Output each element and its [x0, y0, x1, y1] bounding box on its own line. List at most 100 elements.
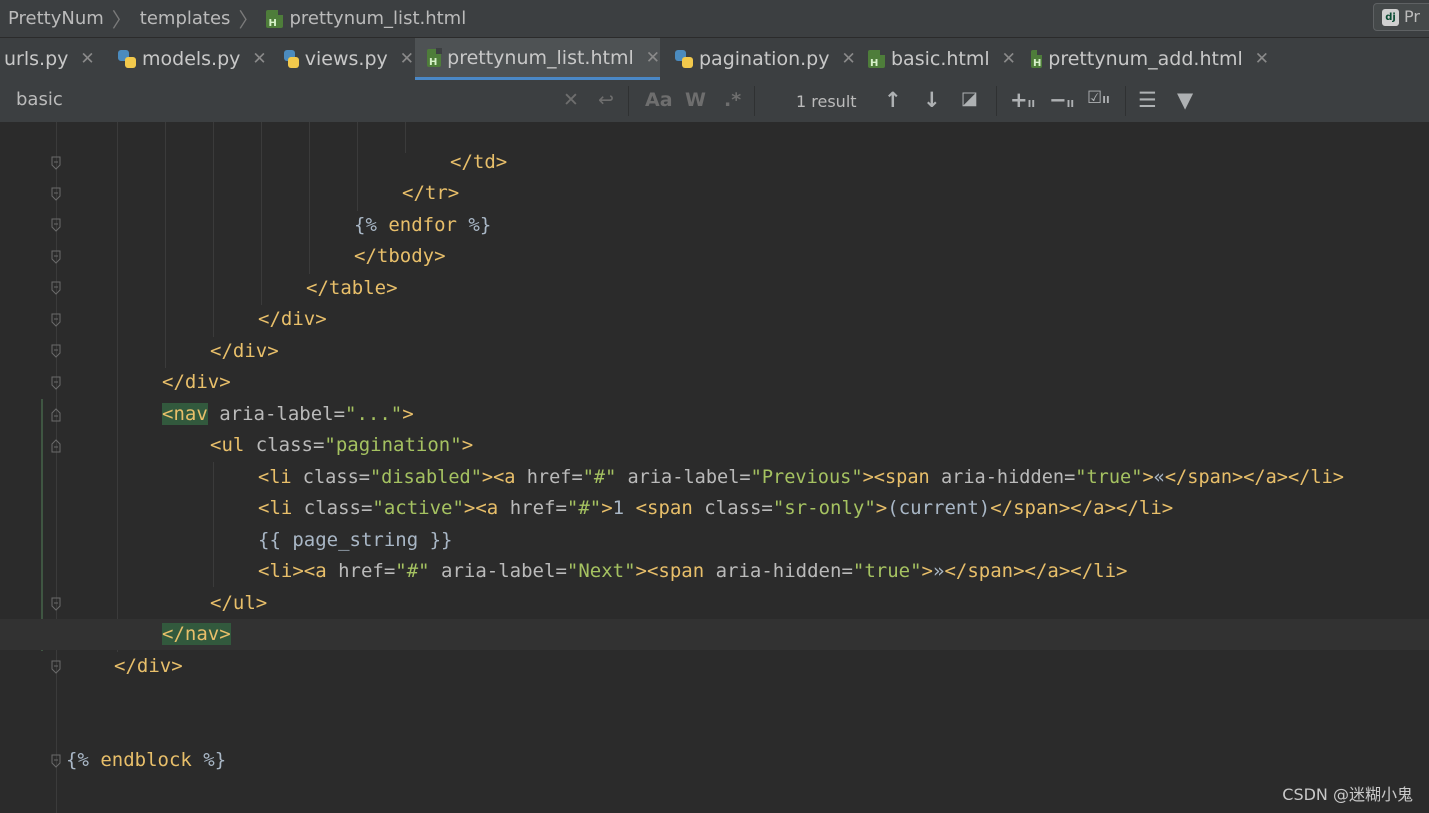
code-token: aria-label=	[207, 403, 346, 425]
close-icon[interactable]: ✕	[646, 48, 660, 68]
code-line: </ul>	[0, 588, 1429, 619]
code-token: </div>	[162, 371, 231, 393]
breadcrumb-project[interactable]: PrettyNum	[8, 8, 104, 29]
code-token: href=	[326, 560, 396, 582]
code-line: </table>	[0, 273, 1429, 304]
code-token: </tr>	[402, 182, 460, 204]
select-all-occurrences-icon[interactable]: ◪	[961, 88, 978, 109]
code-line: {% endfor %}	[0, 210, 1429, 241]
close-icon[interactable]: ✕	[1255, 49, 1269, 69]
arrow-up-icon[interactable]: ↑	[884, 88, 902, 112]
tab-urls[interactable]: urls.py ✕	[0, 38, 100, 80]
close-icon[interactable]: ✕	[400, 49, 414, 69]
code-token: href=	[498, 497, 567, 519]
code-token: aria-hidden=	[929, 467, 1076, 488]
code-token: ><span	[862, 467, 930, 488]
tab-prettynum-add[interactable]: prettynum_add.html ✕	[1019, 38, 1269, 80]
add-selection-icon[interactable]: +II	[1010, 88, 1035, 112]
code-token: </td>	[450, 151, 508, 173]
code-token: </div>	[114, 655, 183, 677]
code-line: <nav aria-label="...">	[0, 399, 1429, 430]
code-token: {%	[66, 749, 89, 771]
code-token: class=	[692, 497, 773, 519]
html-file-icon	[427, 47, 443, 68]
python-file-icon	[675, 50, 693, 68]
code-token: {%	[354, 214, 377, 236]
code-token: <li><a	[258, 560, 327, 582]
run-config-button[interactable]: dj Pr	[1373, 3, 1429, 31]
code-token: </span></a></li>	[1164, 467, 1344, 488]
code-token: >	[921, 560, 933, 582]
search-result-count: 1 result	[796, 92, 857, 111]
close-icon[interactable]: ✕	[252, 49, 266, 69]
code-line: {% endblock %}	[0, 745, 1429, 776]
code-token: >	[402, 403, 414, 425]
regex-toggle[interactable]: .*	[724, 89, 741, 111]
code-token: </tbody>	[354, 245, 446, 267]
tab-label: prettynum_add.html	[1048, 48, 1243, 70]
code-token: 1	[612, 497, 636, 519]
html-file-icon	[266, 8, 285, 29]
tab-label: models.py	[142, 48, 241, 70]
breadcrumb-file[interactable]: prettynum_list.html	[289, 8, 466, 29]
current-code-line: </nav>	[0, 619, 1429, 650]
filter-icon[interactable]: ▼	[1177, 88, 1193, 112]
arrow-down-icon[interactable]: ↓	[923, 88, 941, 112]
code-token: <li	[258, 497, 293, 519]
find-bar: basic ✕ ↩ Aa W .* 1 result ↑ ↓ ◪ +II −II…	[0, 80, 1429, 123]
code-line: </div>	[0, 304, 1429, 335]
code-token: >	[1142, 467, 1154, 488]
tab-basic[interactable]: basic.html ✕	[856, 38, 1020, 80]
code-token: ><a	[463, 497, 499, 519]
code-line: <li><a href="#" aria-label="Next"><span …	[0, 556, 1429, 587]
clear-icon[interactable]: ✕	[563, 89, 579, 111]
search-query: basic	[16, 89, 63, 110]
new-line-icon[interactable]: ↩	[598, 89, 614, 111]
code-token: endfor	[376, 214, 469, 236]
watermark: CSDN @迷糊小鬼	[1282, 785, 1413, 804]
code-token: </nav>	[162, 623, 231, 645]
tab-label: basic.html	[891, 48, 990, 70]
code-line: </div>	[0, 367, 1429, 398]
tab-prettynum-list[interactable]: prettynum_list.html ✕	[415, 38, 660, 80]
code-token: >	[875, 497, 888, 519]
close-icon[interactable]: ✕	[80, 49, 94, 69]
code-token: </ul>	[210, 592, 268, 614]
code-token: aria-label=	[616, 467, 751, 488]
code-line: </div>	[0, 651, 1429, 682]
whole-words-toggle[interactable]: W	[685, 89, 706, 111]
chevron-right-icon: 〉	[111, 8, 132, 32]
code-editor[interactable]: </td> </tr> {% endfor %} </tbody> </tabl…	[0, 122, 1429, 813]
breadcrumb-folder[interactable]: templates	[140, 8, 231, 29]
tab-models[interactable]: models.py ✕	[106, 38, 272, 80]
code-token: <span	[635, 497, 693, 519]
close-icon[interactable]: ✕	[1002, 49, 1016, 69]
code-token: >	[461, 434, 474, 456]
code-token: "Previous"	[750, 467, 863, 488]
code-token: "pagination"	[324, 434, 462, 456]
match-case-toggle[interactable]: Aa	[645, 89, 673, 111]
code-token: class=	[292, 497, 373, 519]
filter-options-icon[interactable]: ☰	[1138, 88, 1157, 112]
tab-label: pagination.py	[699, 48, 830, 70]
code-token: "#"	[395, 560, 430, 582]
tab-pagination[interactable]: pagination.py ✕	[663, 38, 856, 80]
code-token: href=	[515, 467, 583, 488]
python-file-icon	[284, 50, 299, 68]
editor-tabs: urls.py ✕ models.py ✕ views.py ✕ prettyn…	[0, 38, 1429, 81]
code-token: "#"	[566, 497, 602, 519]
code-token: ><span	[635, 560, 705, 582]
code-token: "#"	[582, 467, 617, 488]
search-input[interactable]: basic ✕ ↩	[0, 80, 628, 122]
code-line: <li class="active"><a href="#">1 <span c…	[0, 493, 1429, 524]
code-token: "true"	[1075, 467, 1143, 488]
python-file-icon	[118, 50, 136, 68]
code-token: </span></a></li>	[990, 497, 1174, 519]
remove-selection-icon[interactable]: −II	[1049, 88, 1074, 112]
tab-views[interactable]: views.py ✕	[272, 38, 414, 80]
code-line: <ul class="pagination">	[0, 430, 1429, 461]
close-icon[interactable]: ✕	[841, 49, 855, 69]
code-token: "sr-only"	[772, 497, 876, 519]
select-all-icon[interactable]: ☑II	[1087, 88, 1110, 108]
html-file-icon	[868, 49, 886, 69]
